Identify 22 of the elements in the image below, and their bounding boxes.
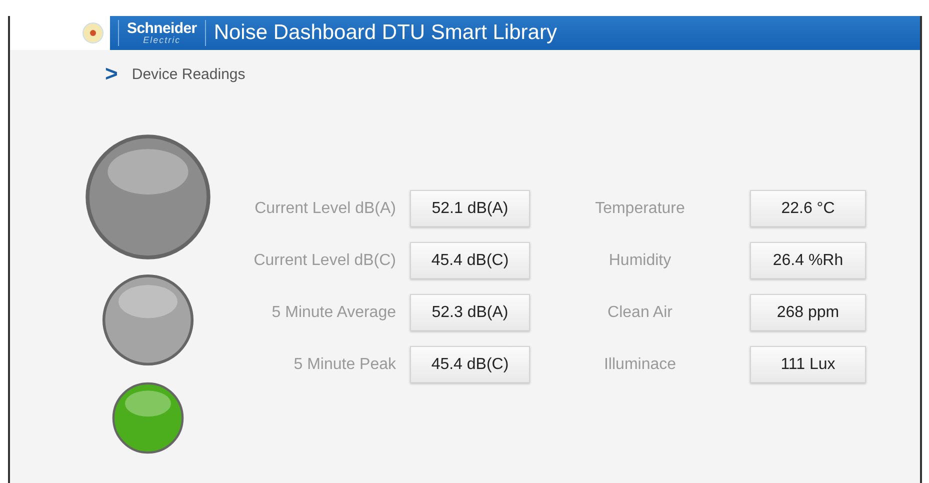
reading-value: 45.4 dB(C)	[410, 346, 530, 383]
breadcrumb-label: Device Readings	[132, 66, 246, 82]
sensor-label: Temperature	[594, 200, 686, 218]
reading-value: 45.4 dB(C)	[410, 242, 530, 279]
sensor-label: Humidity	[608, 252, 672, 270]
chevron-icon[interactable]: >	[105, 61, 118, 87]
reading-label: 5 Minute Average	[270, 304, 397, 322]
reading-value: 52.1 dB(A)	[410, 190, 530, 227]
sensor-value: 111 Lux	[750, 346, 866, 383]
sensor-label: Clean Air	[606, 304, 674, 322]
reading-label: 5 Minute Peak	[292, 356, 397, 374]
sun-logo-icon	[82, 22, 104, 44]
sensor-label: Illuminace	[602, 356, 678, 374]
dashboard-title: Noise Dashboard DTU Smart Library	[214, 21, 557, 45]
brand-name: Schneider	[127, 21, 197, 36]
reading-label: Current Level dB(A)	[254, 200, 397, 218]
reading-value: 52.3 dB(A)	[410, 294, 530, 331]
sensor-value: 22.6 °C	[750, 190, 866, 227]
sensor-value: 268 ppm	[750, 294, 866, 331]
sensor-value: 26.4 %Rh	[750, 242, 866, 279]
reading-label: Current Level dB(C)	[252, 252, 397, 270]
brand-subtitle: Electric	[143, 36, 181, 45]
